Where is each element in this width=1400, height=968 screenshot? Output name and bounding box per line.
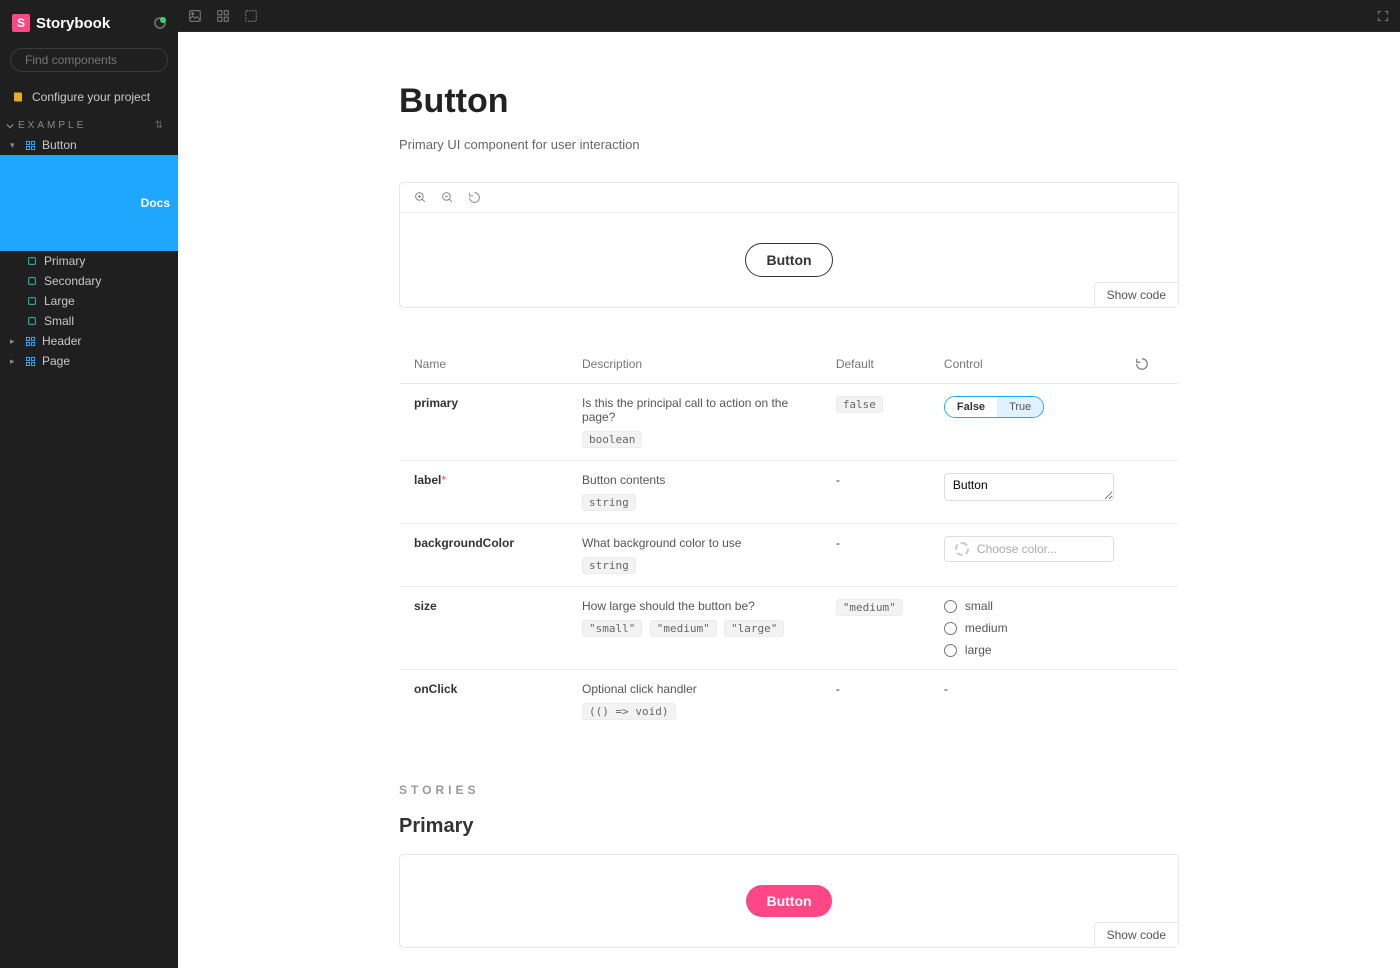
demo-button-docs[interactable]: Button <box>745 243 832 277</box>
outline-icon[interactable] <box>244 9 258 23</box>
tree-item-primary[interactable]: Primary <box>0 251 178 271</box>
tree-item-page[interactable]: ▸ Page <box>0 351 178 371</box>
reset-icon[interactable] <box>1135 357 1149 371</box>
zoom-in-icon[interactable] <box>414 191 427 204</box>
tree-item-button[interactable]: ▾ Button <box>0 135 178 155</box>
configure-label: Configure your project <box>32 90 150 104</box>
zoom-out-icon[interactable] <box>441 191 454 204</box>
topbar <box>178 0 1400 32</box>
story-title-primary: Primary <box>399 815 1179 838</box>
preview-primary: Button Show code <box>399 854 1179 948</box>
col-default: Default <box>822 345 930 384</box>
section-heading-example[interactable]: EXAMPLE ⇅ <box>0 114 178 135</box>
nav-tree: ▾ Button Docs Primary Secondary Large <box>0 135 178 371</box>
radio-size-small[interactable]: small <box>944 599 1164 613</box>
page-title: Button <box>399 82 1179 121</box>
arg-row-backgroundcolor: backgroundColor What background color to… <box>400 524 1179 587</box>
story-icon <box>27 276 37 286</box>
brand-logo[interactable]: S Storybook <box>12 14 110 32</box>
tree-item-docs[interactable]: Docs <box>0 155 178 251</box>
tree-item-small[interactable]: Small <box>0 311 178 331</box>
configure-project-link[interactable]: Configure your project <box>0 80 178 114</box>
sidebar: S Storybook / Configure your project EXA… <box>0 0 178 968</box>
component-icon <box>25 356 36 367</box>
component-icon <box>25 140 36 151</box>
sort-icon[interactable]: ⇅ <box>155 120 166 131</box>
book-icon <box>12 91 24 103</box>
control-color-picker[interactable]: Choose color... <box>944 536 1114 562</box>
col-description: Description <box>568 345 822 384</box>
arg-row-size: size How large should the button be? "sm… <box>400 587 1179 670</box>
stories-heading: STORIES <box>399 783 1179 797</box>
zoom-reset-icon[interactable] <box>468 191 481 204</box>
fullscreen-icon[interactable] <box>1376 9 1390 23</box>
brand-mark-icon: S <box>12 14 30 32</box>
control-label-input[interactable]: Button <box>944 473 1114 501</box>
tree-item-secondary[interactable]: Secondary <box>0 271 178 291</box>
control-primary-toggle[interactable]: False True <box>944 396 1044 418</box>
show-code-button[interactable]: Show code <box>1094 282 1178 307</box>
color-swatch-icon <box>955 542 969 556</box>
brand-name: Storybook <box>36 15 110 32</box>
page-subtitle: Primary UI component for user interactio… <box>399 137 1179 152</box>
story-icon <box>27 316 37 326</box>
canvas-icon[interactable] <box>188 9 202 23</box>
arg-row-onclick: onClick Optional click handler (() => vo… <box>400 670 1179 733</box>
args-table: Name Description Default Control primary <box>399 344 1179 733</box>
chevron-down-icon <box>6 122 14 130</box>
arg-row-label: label* Button contents string - Button <box>400 461 1179 524</box>
radio-size-medium[interactable]: medium <box>944 621 1164 635</box>
search-input-wrap[interactable]: / <box>10 48 168 72</box>
component-icon <box>25 336 36 347</box>
search-input[interactable] <box>25 53 180 67</box>
preview-docs: Button Show code <box>399 182 1179 308</box>
story-icon <box>27 256 37 266</box>
story-icon <box>27 296 37 306</box>
radio-size-large[interactable]: large <box>944 643 1164 657</box>
notification-icon[interactable] <box>154 17 166 29</box>
show-code-button[interactable]: Show code <box>1094 922 1178 947</box>
tree-item-header[interactable]: ▸ Header <box>0 331 178 351</box>
demo-button-primary[interactable]: Button <box>746 885 831 917</box>
arg-row-primary: primary Is this the principal call to ac… <box>400 384 1179 461</box>
control-size-radios: small medium large <box>944 599 1164 657</box>
content-scroll[interactable]: Button Primary UI component for user int… <box>178 32 1400 968</box>
tree-item-large[interactable]: Large <box>0 291 178 311</box>
grid-icon[interactable] <box>216 9 230 23</box>
col-control: Control <box>930 345 1121 384</box>
col-name: Name <box>400 345 569 384</box>
